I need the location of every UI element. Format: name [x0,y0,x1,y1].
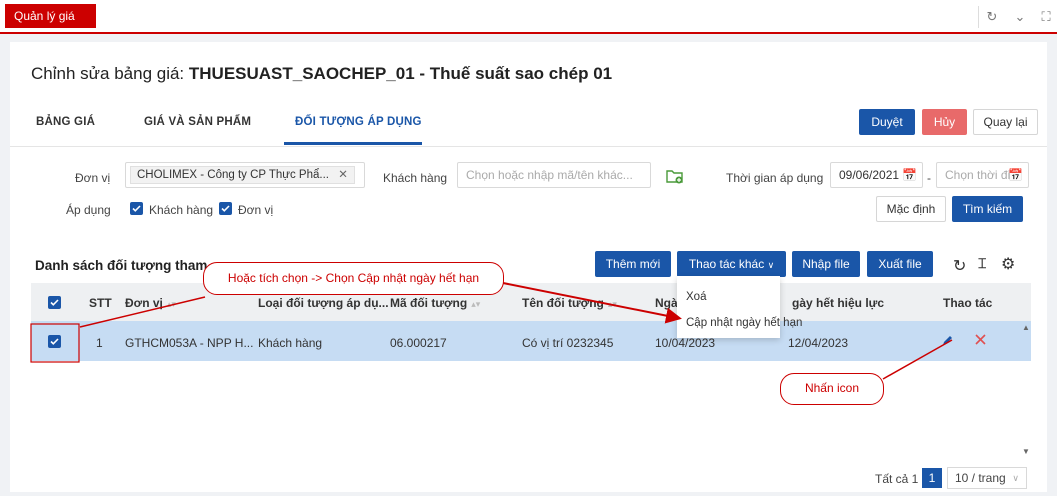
tab-price-list[interactable]: BẢNG GIÁ [36,116,95,128]
approve-button[interactable]: Duyệt [859,109,915,135]
page-size-value: 10 / trang [955,471,1006,485]
export-button[interactable]: Xuất file [867,251,933,277]
date-separator: - [927,171,931,185]
back-button[interactable]: Quay lại [973,109,1038,135]
col-unit[interactable]: Đơn vị ▴▾ [125,296,176,310]
page-title: Chỉnh sửa bảng giá: THUESUAST_SAOCHEP_01… [31,64,612,84]
menu-item-delete[interactable]: Xoá [686,291,706,303]
col-code[interactable]: Mã đối tượng ▴▾ [390,296,480,310]
time-label: Thời gian áp dụng [726,171,824,185]
settings-icon[interactable]: ⚙ [1001,254,1015,274]
col-type[interactable]: Loại đối tượng áp dụ... [258,296,389,310]
col-stt: STT [89,296,112,310]
sort-icon: ▴▾ [471,299,481,309]
scroll-up-icon[interactable]: ▲ [1022,323,1030,332]
table-scrollbar[interactable] [1021,322,1031,457]
callout-select-update: Hoặc tích chọn -> Chọn Cập nhật ngày hết… [203,262,504,295]
date-to-placeholder: Chọn thời đi [945,168,1011,182]
add-button[interactable]: Thêm mới [595,251,671,277]
unit-select[interactable]: CHOLIMEX - Công ty CP Thực Phẩ... ✕ [125,162,365,188]
tabs-divider [10,146,1047,147]
cell-stt: 1 [96,336,103,350]
page-title-prefix: Chỉnh sửa bảng giá: [31,64,189,83]
customer-select[interactable]: Chọn hoặc nhập mã/tên khác... [457,162,651,188]
default-button[interactable]: Mặc định [876,196,946,222]
col-actions: Thao tác [943,296,993,310]
list-title: Danh sách đối tượng tham g [35,258,220,273]
unit-chip-text: CHOLIMEX - Công ty CP Thực Phẩ... [137,169,329,181]
cell-name: Có vị trí 0232345 [522,336,614,350]
chevron-down-icon: ∨ [767,260,775,270]
import-button[interactable]: Nhập file [792,251,860,277]
folder-add-icon[interactable] [666,168,684,187]
date-from-input[interactable]: 09/06/2021 📅 [830,162,923,188]
chevron-down-icon[interactable]: ⌄ [1009,6,1031,28]
refresh-icon[interactable]: ↻ [981,6,1003,28]
apply-label: Áp dụng [66,203,111,217]
top-accent-line [0,32,1057,34]
col-start-date[interactable]: Ngà [655,296,678,310]
sort-icon: ▴▾ [607,299,617,309]
row-checkbox[interactable] [48,335,61,348]
customer-label: Khách hàng [383,171,448,185]
scroll-down-icon[interactable]: ▼ [1022,447,1030,456]
select-all-checkbox[interactable] [48,296,61,309]
search-button[interactable]: Tìm kiếm [952,196,1023,222]
calendar-icon: 📅 [1008,168,1023,182]
toolbar-divider [978,6,979,28]
chevron-down-icon: ∨ [1012,473,1019,483]
top-bar [0,0,1057,32]
fullscreen-icon[interactable]: ⛶ [1035,6,1057,28]
cell-end-date: 12/04/2023 [788,336,849,350]
menu-item-update-expiry[interactable]: Cập nhật ngày hết hạn [686,317,802,329]
col-name-label: Tên đối tượng [522,296,604,310]
page-size-select[interactable]: 10 / trang ∨ [947,467,1027,489]
refresh-icon[interactable]: ↻ [953,256,966,276]
cell-code: 06.000217 [390,336,447,350]
column-height-icon[interactable]: ⌶ [978,255,986,272]
apply-customer-label: Khách hàng [149,203,214,217]
col-unit-label: Đơn vị [125,296,163,310]
tab-price-products[interactable]: GIÁ VÀ SẢN PHẨM [144,116,251,128]
unit-label: Đơn vị [75,171,111,185]
tab-applied-objects[interactable]: ĐỐI TƯỢNG ÁP DỤNG [295,116,422,128]
chip-remove-icon[interactable]: ✕ [338,169,348,181]
other-actions-label: Thao tác khác [688,257,765,271]
unit-chip: CHOLIMEX - Công ty CP Thực Phẩ... ✕ [130,166,355,184]
app-tab[interactable]: Quản lý giá [5,4,96,28]
cancel-button[interactable]: Hủy [922,109,967,135]
apply-customer-checkbox[interactable] [130,202,143,215]
cell-type: Khách hàng [258,336,323,350]
calendar-icon: 📅 [902,168,917,182]
col-code-label: Mã đối tượng [390,296,468,310]
other-actions-menu: Xoá Cập nhật ngày hết hạn [677,276,802,338]
apply-unit-checkbox[interactable] [219,202,232,215]
callout-click-icon: Nhấn icon [780,373,884,405]
customer-placeholder: Chọn hoặc nhập mã/tên khác... [466,168,633,182]
col-name[interactable]: Tên đối tượng ▴▾ [522,296,617,310]
edit-icon[interactable] [941,334,954,350]
cell-start-date: 10/04/2023 [655,336,716,350]
other-actions-button[interactable]: Thao tác khác ∨ [677,251,786,277]
col-end-date[interactable]: gày hết hiệu lực [792,296,884,310]
apply-unit-label: Đơn vị [238,203,274,217]
delete-icon[interactable] [974,333,987,349]
main-panel: Chỉnh sửa bảng giá: THUESUAST_SAOCHEP_01… [10,42,1047,492]
active-tab-indicator [284,142,422,145]
pager-page-1[interactable]: 1 [922,468,942,488]
date-to-input[interactable]: Chọn thời đi 📅 [936,162,1029,188]
cell-unit: GTHCM053A - NPP H... [125,336,254,350]
pager-total: Tất cả 1 [875,472,919,486]
date-from-value: 09/06/2021 [839,168,900,182]
page-title-code: THUESUAST_SAOCHEP_01 - Thuế suất sao ché… [188,64,613,83]
sort-icon: ▴▾ [166,299,176,309]
